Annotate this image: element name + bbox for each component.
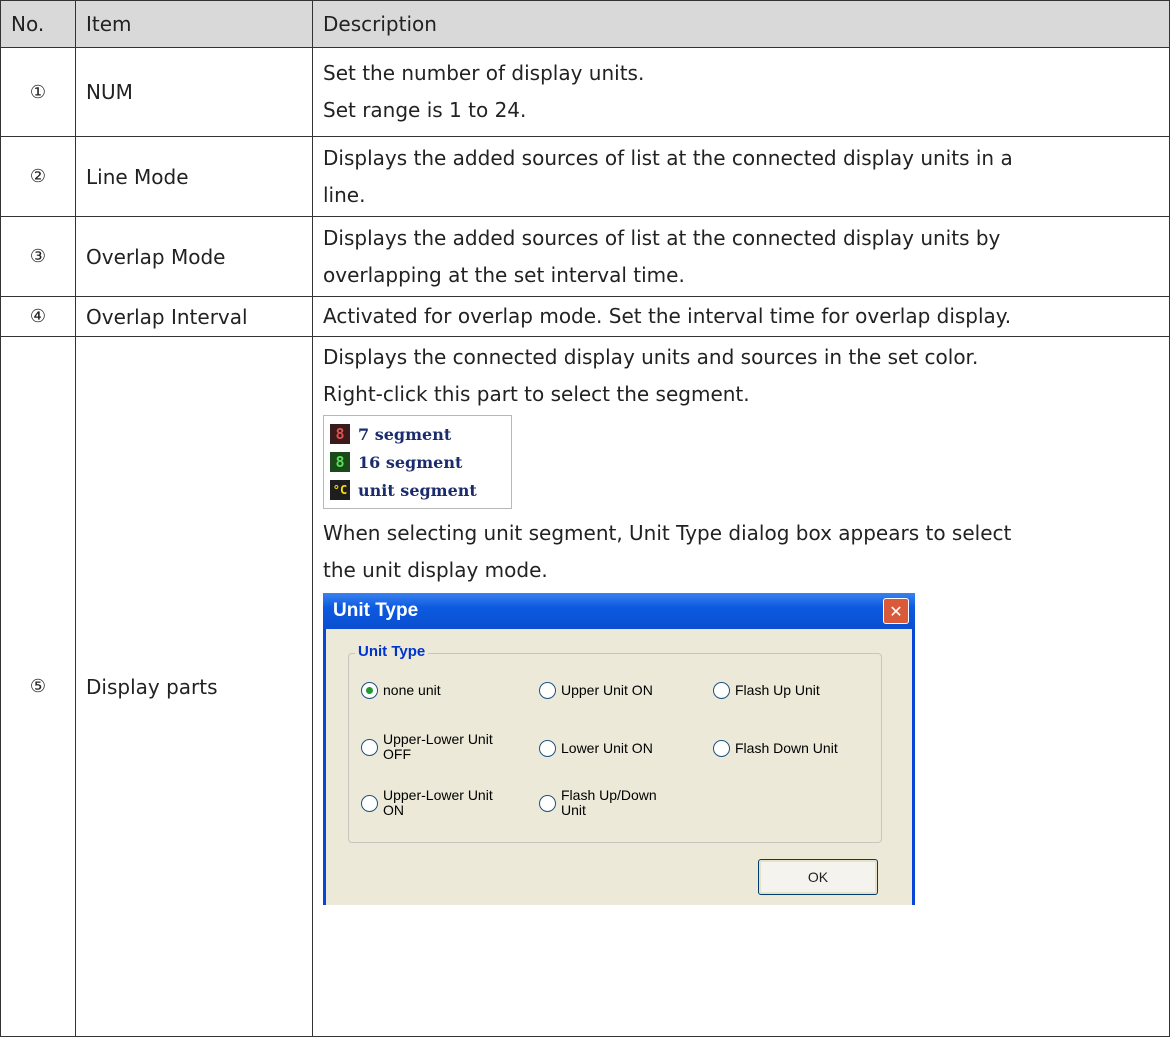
radio-label: Lower Unit ON (561, 740, 653, 756)
row-number: ② (0, 136, 76, 217)
radio-icon (713, 740, 730, 757)
close-icon[interactable]: ✕ (883, 598, 909, 624)
radio-none-unit[interactable]: none unit (361, 682, 441, 699)
menu-item-label: unit segment (358, 480, 477, 500)
radio-icon (539, 682, 556, 699)
row-description: Displays the added sources of list at th… (312, 216, 1170, 297)
radio-label-line2: Unit (561, 802, 586, 818)
radio-flash-down-unit[interactable]: Flash Down Unit (713, 740, 838, 757)
sixteen-segment-icon: 8 (330, 452, 350, 472)
description-line: Set the number of display units. (323, 61, 645, 85)
radio-icon (361, 738, 378, 756)
radio-label-line2: ON (383, 802, 404, 818)
seven-segment-icon: 8 (330, 424, 350, 444)
unit-type-dialog: Unit Type ✕ Unit Type none unit Upper Un… (323, 593, 915, 905)
radio-label: Upper-Lower Unit (383, 787, 493, 803)
description-line: Set range is 1 to 24. (323, 98, 527, 122)
row-item: NUM (75, 47, 313, 137)
radio-icon (539, 794, 556, 812)
description-line: Displays the added sources of list at th… (323, 145, 1013, 170)
row-description: Displays the added sources of list at th… (312, 136, 1170, 217)
description-line: Displays the added sources of list at th… (323, 225, 1001, 250)
unit-segment-icon: °C (330, 480, 350, 500)
radio-label: Upper-Lower Unit (383, 731, 493, 747)
radio-label: Flash Up/Down (561, 787, 657, 803)
menu-item-7-segment[interactable]: 8 7 segment (330, 420, 505, 448)
radio-flash-up-unit[interactable]: Flash Up Unit (713, 682, 820, 699)
radio-label: Upper Unit ON (561, 682, 653, 698)
radio-icon (713, 682, 730, 699)
header-description: Description (312, 0, 1170, 48)
radio-lower-unit-on[interactable]: Lower Unit ON (539, 740, 653, 757)
table-row: ③ Overlap Mode Displays the added source… (0, 216, 1170, 297)
radio-upper-unit-on[interactable]: Upper Unit ON (539, 682, 653, 699)
row-description: Activated for overlap mode. Set the inte… (312, 296, 1170, 337)
header-no: No. (0, 0, 76, 48)
radio-label: Flash Down Unit (735, 740, 838, 756)
row-number: ① (0, 47, 76, 137)
group-label: Unit Type (355, 643, 429, 660)
description-line: Displays the connected display units and… (323, 345, 979, 369)
row-item: Line Mode (75, 136, 313, 217)
unit-type-group: Unit Type none unit Upper Unit ON Flash … (348, 643, 882, 843)
description-line: Right-click this part to select the segm… (323, 382, 750, 406)
table-row: ④ Overlap Interval Activated for overlap… (0, 296, 1170, 337)
menu-item-unit-segment[interactable]: °C unit segment (330, 476, 505, 504)
radio-label: Flash Up Unit (735, 682, 820, 698)
menu-item-label: 7 segment (358, 424, 452, 444)
dialog-title: Unit Type (333, 600, 419, 621)
row-number: ③ (0, 216, 76, 297)
table-row: ② Line Mode Displays the added sources o… (0, 136, 1170, 217)
table-row: ⑤ Display parts Displays the connected d… (0, 336, 1170, 1037)
radio-flash-up-down-unit[interactable]: Flash Up/Down Unit (539, 788, 657, 818)
table-header-row: No. Item Description (0, 0, 1170, 48)
radio-icon (539, 740, 556, 757)
radio-upper-lower-unit-off[interactable]: Upper-Lower Unit OFF (361, 732, 493, 762)
segment-context-menu: 8 7 segment 8 16 segment °C unit segment (323, 415, 512, 509)
spec-table: No. Item Description ① NUM Set the numbe… (0, 0, 1170, 1037)
row-item: Overlap Mode (75, 216, 313, 297)
description-line: overlapping at the set interval time. (323, 262, 685, 287)
radio-upper-lower-unit-on[interactable]: Upper-Lower Unit ON (361, 788, 493, 818)
ok-button[interactable]: OK (758, 859, 878, 895)
row-description: Displays the connected display units and… (312, 336, 1170, 1037)
radio-label: none unit (383, 682, 441, 698)
radio-selected-icon (361, 682, 378, 699)
row-number: ⑤ (0, 336, 76, 1037)
header-item: Item (75, 0, 313, 48)
row-number: ④ (0, 296, 76, 337)
row-description: Set the number of display units. Set ran… (312, 47, 1170, 137)
description-line: Activated for overlap mode. Set the inte… (323, 304, 1012, 328)
menu-item-label: 16 segment (358, 452, 463, 472)
radio-label-line2: OFF (383, 746, 411, 762)
dialog-title-bar: Unit Type ✕ (323, 593, 915, 629)
row-item: Overlap Interval (75, 296, 313, 337)
description-line: When selecting unit segment, Unit Type d… (323, 521, 1012, 545)
description-line: line. (323, 182, 366, 207)
table-row: ① NUM Set the number of display units. S… (0, 47, 1170, 137)
menu-item-16-segment[interactable]: 8 16 segment (330, 448, 505, 476)
description-line: the unit display mode. (323, 558, 548, 582)
row-item: Display parts (75, 336, 313, 1037)
radio-icon (361, 794, 378, 812)
